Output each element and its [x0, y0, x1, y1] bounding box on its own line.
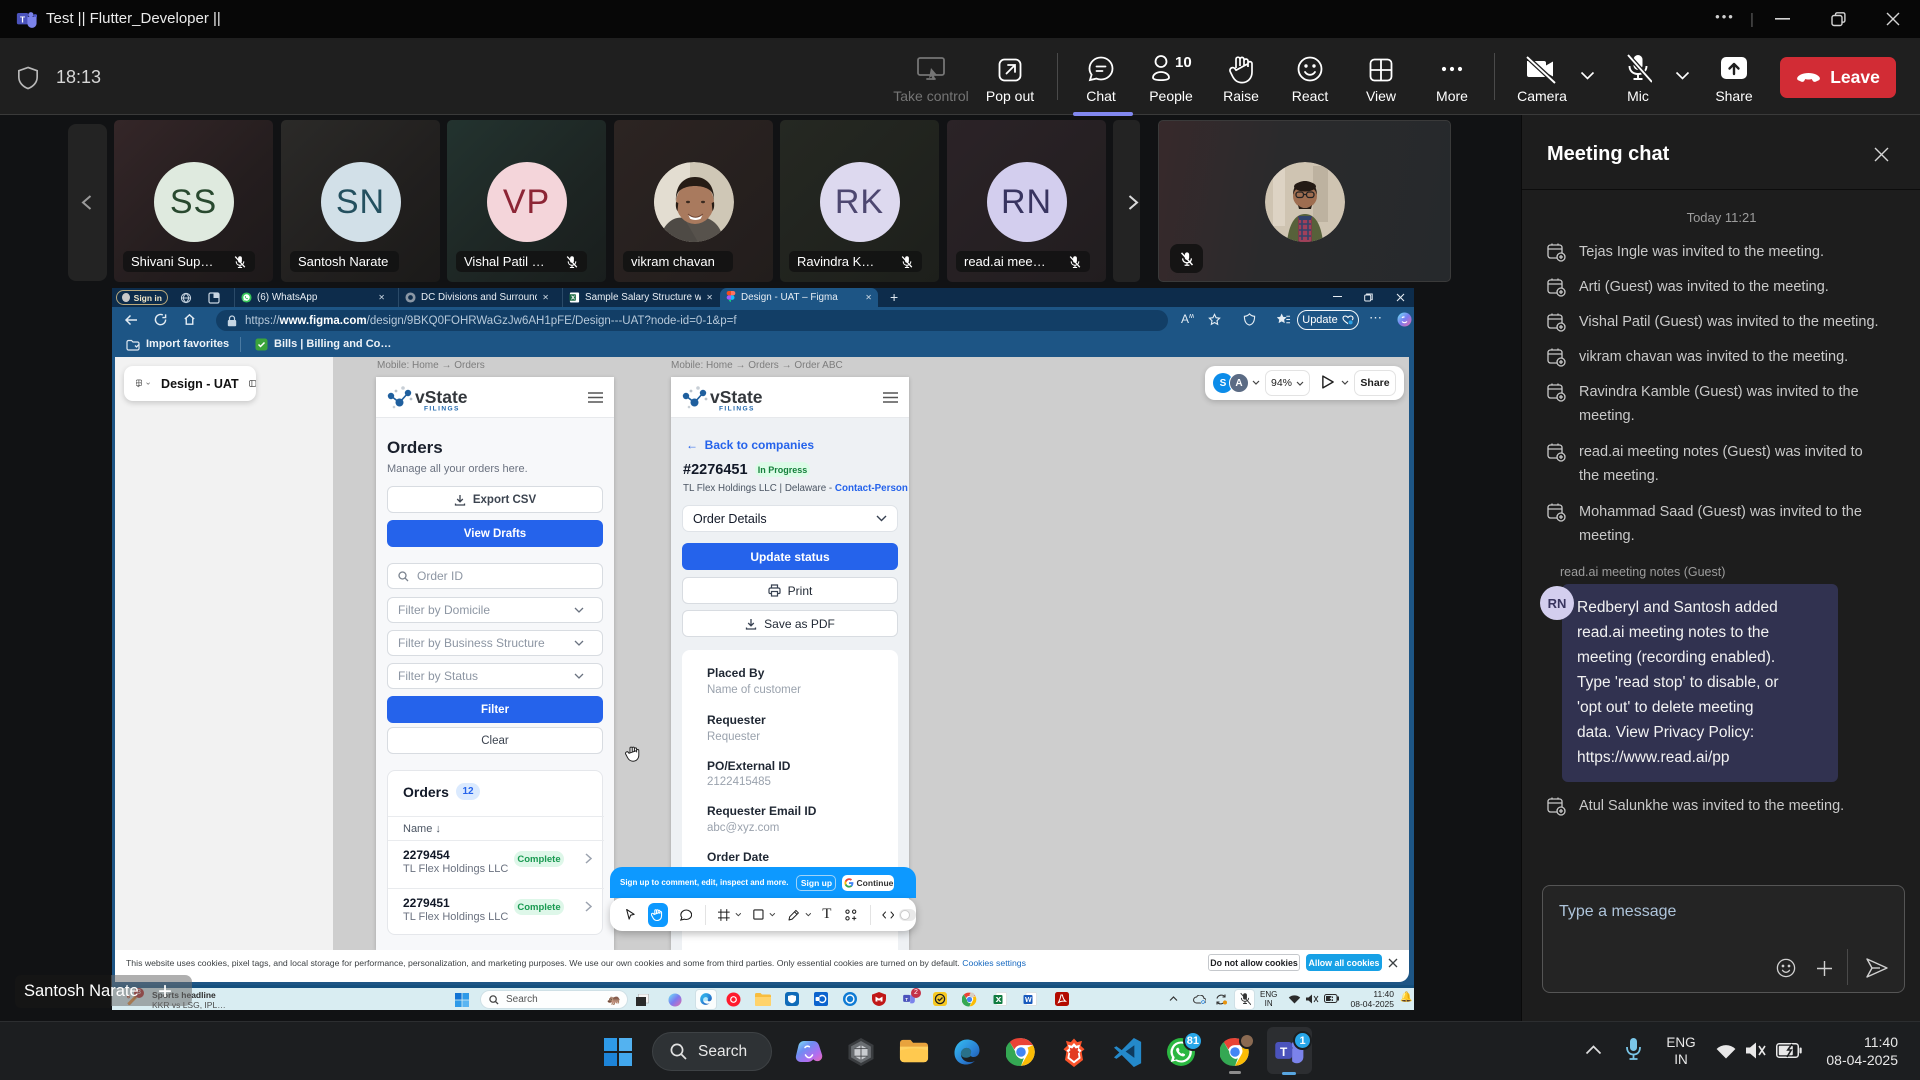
- svg-text:T: T: [20, 15, 25, 25]
- svg-text:FILINGS: FILINGS: [719, 406, 755, 413]
- svg-text:T: T: [1280, 1045, 1288, 1059]
- svg-text:T: T: [905, 997, 908, 1002]
- svg-text:vState: vState: [710, 387, 763, 407]
- svg-text:FILINGS: FILINGS: [424, 406, 460, 413]
- svg-text:10: 10: [1175, 54, 1192, 71]
- svg-text:vState: vState: [415, 387, 468, 407]
